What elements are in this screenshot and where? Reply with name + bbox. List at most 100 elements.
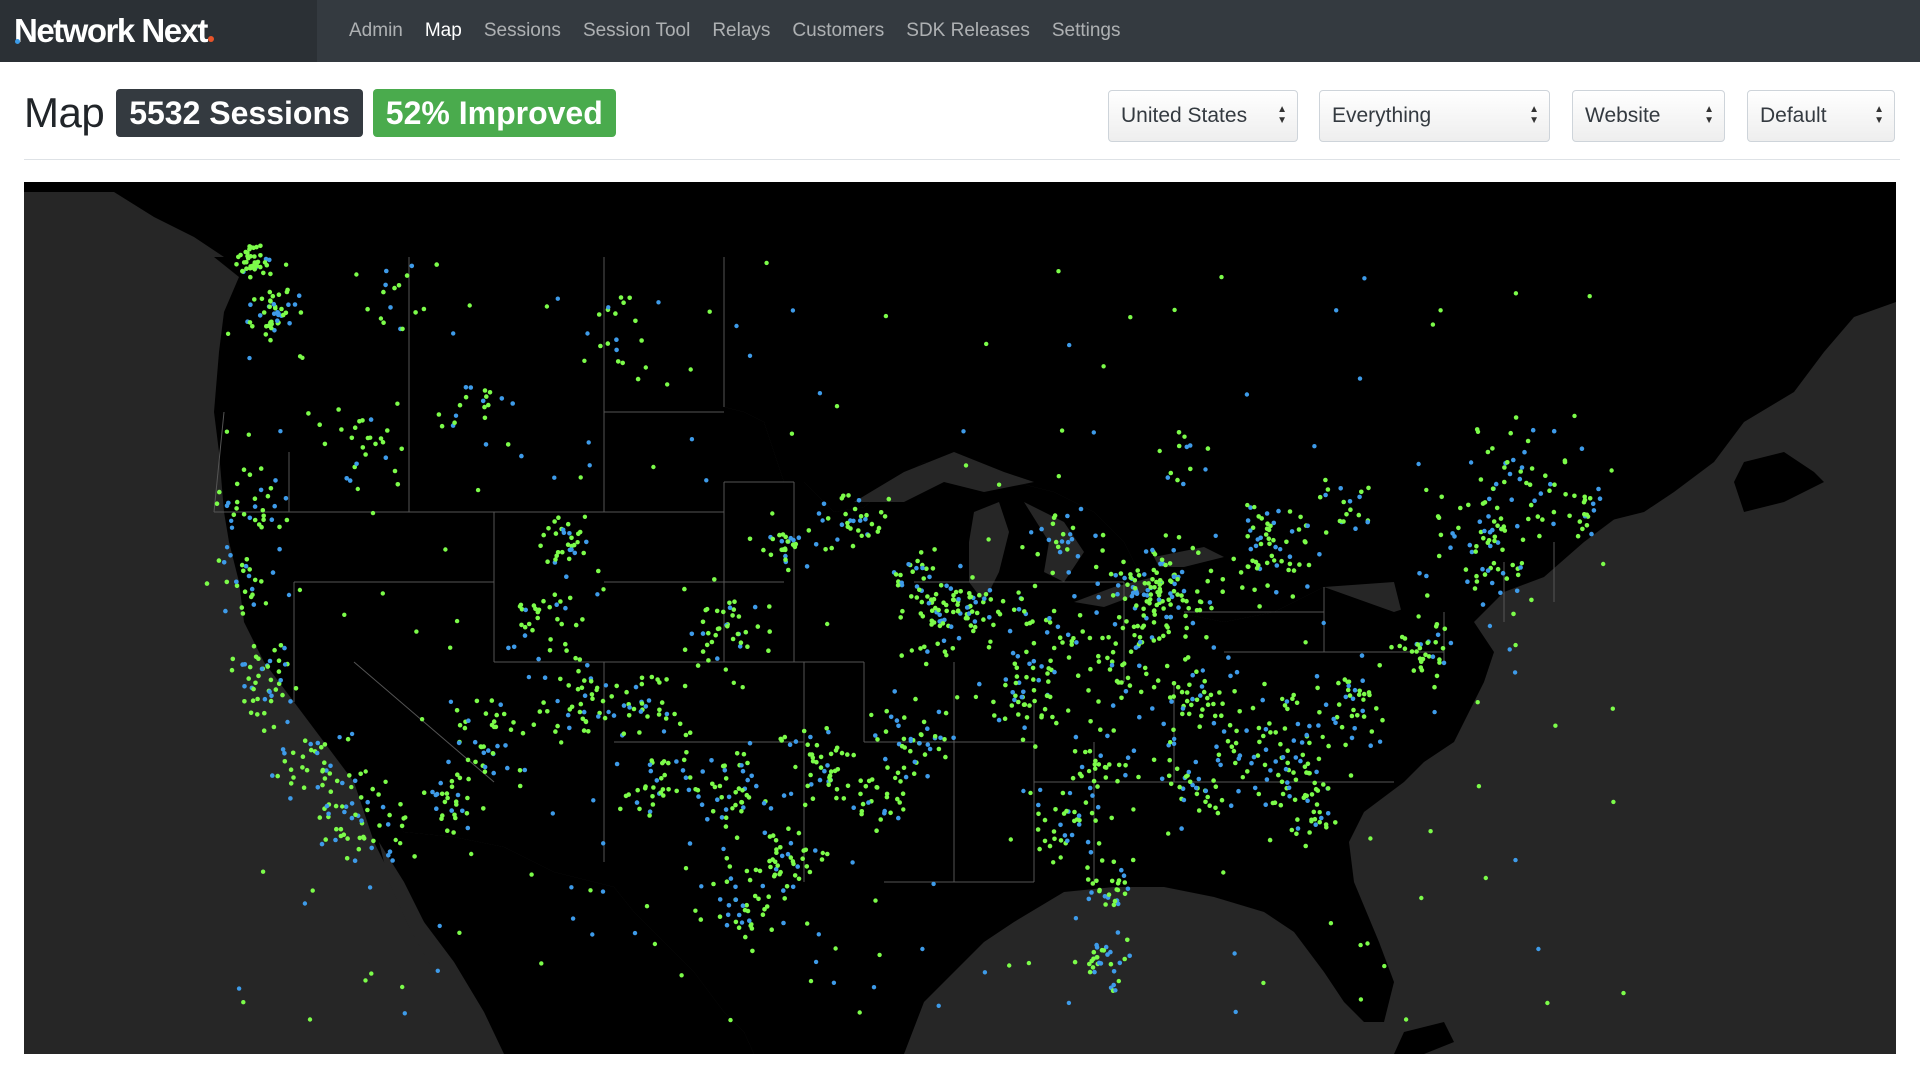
session-dot [1094,945,1100,950]
session-dot [1039,664,1044,669]
session-dot-improved [645,714,650,719]
session-dot-improved [467,303,472,308]
nav-settings[interactable]: Settings [1052,20,1121,42]
session-dot-improved [1208,692,1214,698]
session-dot-improved [392,468,398,474]
session-dot [1190,696,1195,702]
source-select[interactable]: Website ▲ ▼ [1572,90,1725,142]
session-dot-improved [276,292,282,297]
session-dot-improved [340,804,345,809]
session-dot-improved [1182,434,1187,439]
session-dot-improved [1289,827,1295,833]
session-dot-improved [1500,547,1505,553]
session-dot-improved [895,770,901,776]
session-dot-improved [1301,795,1307,800]
session-dot-improved [1141,613,1146,618]
session-dot-improved [1552,482,1557,488]
session-dot [409,263,415,269]
session-dot [696,794,701,799]
session-dot-improved [1492,534,1498,540]
session-dot-improved [790,859,796,864]
session-dot-improved [1148,585,1153,590]
session-dot-improved [1478,477,1484,482]
session-dot [1076,813,1082,818]
session-dot-improved [1209,605,1214,611]
session-dot-improved [1050,714,1055,720]
session-dot-improved [908,748,913,754]
session-dot [1137,639,1143,645]
session-dot [951,735,956,741]
session-dot-improved [1020,545,1025,550]
nav-map[interactable]: Map [425,20,462,42]
scope-select[interactable]: Everything ▲ ▼ [1319,90,1550,142]
session-dot-improved [1303,640,1308,645]
session-dot [941,638,947,644]
session-dot [1452,534,1457,539]
session-dot-improved [747,536,753,542]
session-dot-improved [944,608,949,614]
session-dot-improved [1042,838,1048,844]
session-dot [687,841,693,846]
nav-customers[interactable]: Customers [792,20,884,42]
session-dot-improved [1047,620,1053,625]
session-dot-improved [355,486,360,492]
session-dot [728,876,734,881]
session-dot-improved [1261,733,1266,739]
session-dot-improved [1279,558,1284,564]
nav-sdk-releases[interactable]: SDK Releases [906,20,1030,42]
session-dot-improved [1179,593,1184,598]
session-map[interactable] [24,182,1896,1054]
session-dot [319,841,325,847]
session-dot-improved [1298,514,1303,520]
session-dot-improved [1320,734,1325,740]
session-dot-improved [1250,705,1256,711]
session-dot [434,791,440,797]
session-dot-improved [1009,703,1015,708]
session-dot-improved [1611,799,1616,805]
session-dot [699,802,705,807]
session-dot [596,714,601,719]
session-dot-improved [1273,730,1278,735]
session-dot [1003,677,1009,682]
session-dot-improved [1562,459,1568,465]
session-dot-improved [991,699,996,705]
session-dot-improved [672,711,677,717]
nav-session-tool[interactable]: Session Tool [583,20,690,42]
nav-admin[interactable]: Admin [349,20,403,42]
session-dot [491,770,497,776]
nav-relays[interactable]: Relays [712,20,770,42]
session-dot-improved [552,592,558,597]
session-dot-improved [883,313,889,319]
style-select[interactable]: Default ▲ ▼ [1747,90,1895,142]
map-canvas [24,182,1896,1054]
region-select[interactable]: United States ▲ ▼ [1108,90,1298,142]
session-dot [1113,573,1118,578]
session-dot-improved [731,680,736,685]
session-dot-improved [1171,694,1176,699]
session-dot-improved [270,293,276,299]
session-dot-improved [677,721,683,727]
session-dot-improved [258,253,263,258]
session-dot-improved [1285,748,1290,753]
session-dot [272,503,277,509]
session-dot-improved [1262,681,1267,687]
session-dot-improved [284,289,290,295]
session-dot-improved [369,971,374,976]
session-dot [747,353,753,358]
session-dot-improved [580,716,586,722]
session-dot-improved [493,724,499,730]
session-dot [1137,714,1142,720]
nav-sessions[interactable]: Sessions [484,20,561,42]
session-dot-improved [1220,701,1225,706]
session-dot-improved [1184,690,1190,695]
brand-logo[interactable]: Network Next [14,12,214,50]
session-dot [1244,728,1249,733]
session-dot-improved [717,914,723,919]
session-dot-improved [1245,564,1251,569]
session-dot-improved [412,854,417,859]
session-dot [700,631,706,636]
session-dot [1314,674,1320,679]
session-dot [468,385,474,390]
session-dot-improved [693,908,698,913]
session-dot [271,301,277,307]
